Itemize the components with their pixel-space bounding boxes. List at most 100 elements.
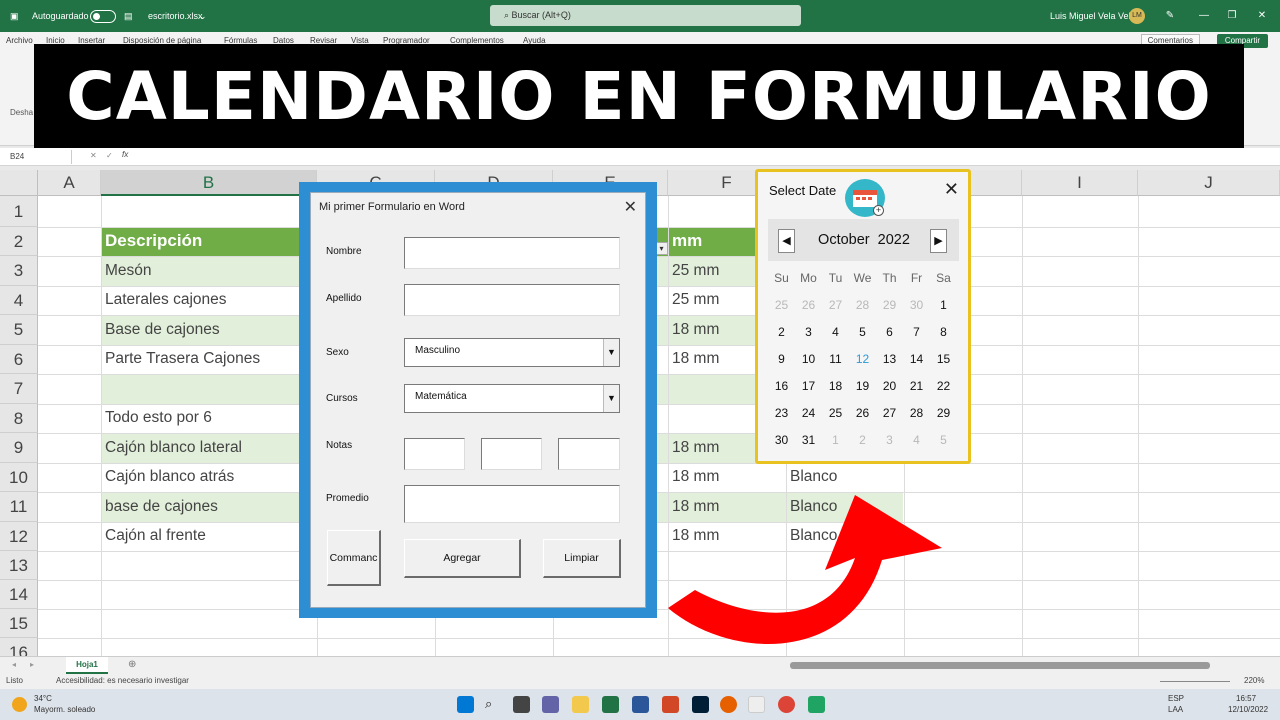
excel-icon[interactable] [602, 696, 619, 713]
promedio-field[interactable] [404, 485, 620, 523]
function-icon[interactable]: fx [122, 150, 128, 159]
close-icon[interactable]: ✕ [624, 197, 637, 217]
column-header-i[interactable]: I [1022, 170, 1138, 196]
prev-month-button[interactable]: ◀ [778, 229, 795, 253]
prev-sheet-icon[interactable]: ◂ [12, 660, 16, 669]
calendar-day[interactable]: 30 [903, 292, 930, 319]
next-sheet-icon[interactable]: ▸ [30, 660, 34, 669]
tab-archivo[interactable]: Archivo [6, 36, 33, 45]
nota1-field[interactable] [404, 438, 465, 470]
row-header[interactable]: 3 [0, 256, 38, 286]
agregar-button[interactable]: Agregar [404, 539, 521, 578]
cell-f9[interactable]: 18 mm [668, 439, 719, 457]
cell-b12[interactable]: Cajón al frente [101, 527, 206, 545]
calendar-day[interactable]: 25 [822, 400, 849, 427]
calendar-day[interactable]: 8 [930, 319, 957, 346]
accessibility-status[interactable]: Accesibilidad: es necesario investigar [56, 676, 189, 685]
calendar-day[interactable]: 27 [822, 292, 849, 319]
photoshop-icon[interactable] [692, 696, 709, 713]
restore-icon[interactable]: ❐ [1222, 0, 1242, 32]
calendar-day[interactable]: 14 [903, 346, 930, 373]
calendar-day[interactable]: 31 [795, 427, 822, 454]
header-descripcion[interactable]: Descripción [101, 231, 202, 251]
undo-label[interactable]: Desha [10, 108, 33, 117]
zoom-level[interactable]: 220% [1244, 676, 1264, 685]
file-name[interactable]: escritorio.xlsx [148, 0, 203, 32]
row-header[interactable]: 1 [0, 196, 38, 227]
calendar-day[interactable]: 25 [768, 292, 795, 319]
autosave-toggle[interactable] [84, 0, 116, 32]
calendar-day[interactable]: 1 [930, 292, 957, 319]
teams-icon[interactable] [542, 696, 559, 713]
cell-b8[interactable]: Todo esto por 6 [101, 409, 212, 427]
avatar[interactable]: LM [1129, 8, 1145, 24]
search-icon[interactable]: ⌕ [485, 696, 502, 713]
cell-b9[interactable]: Cajón blanco lateral [101, 439, 242, 457]
row-header[interactable]: 4 [0, 286, 38, 315]
column-header-b[interactable]: B [101, 170, 317, 196]
row-header[interactable]: 13 [0, 551, 38, 580]
cell-b5[interactable]: Base de cajones [101, 321, 220, 339]
zoom-slider[interactable] [1160, 681, 1230, 682]
language-layout[interactable]: LAA [1168, 705, 1183, 714]
calendar-day[interactable]: 15 [930, 346, 957, 373]
calendar-day[interactable]: 9 [768, 346, 795, 373]
calendar-day[interactable]: 27 [876, 400, 903, 427]
calendar-day[interactable]: 10 [795, 346, 822, 373]
select-all-corner[interactable] [0, 170, 38, 196]
calendar-day[interactable]: 3 [795, 319, 822, 346]
horizontal-scrollbar[interactable] [790, 662, 1210, 669]
pen-icon[interactable]: ✎ [1160, 0, 1180, 32]
header-mm[interactable]: mm [668, 231, 702, 251]
file-explorer-icon[interactable] [572, 696, 589, 713]
row-header[interactable]: 10 [0, 463, 38, 492]
clock-time[interactable]: 16:57 [1236, 694, 1256, 703]
calendar-day[interactable]: 18 [822, 373, 849, 400]
calendar-day[interactable]: 2 [768, 319, 795, 346]
calendar-day[interactable]: 28 [903, 400, 930, 427]
chevron-down-icon[interactable]: ⌄ [199, 0, 207, 32]
user-name[interactable]: Luis Miguel Vela Vela [1050, 0, 1136, 32]
limpiar-button[interactable]: Limpiar [543, 539, 621, 578]
calendar-day[interactable]: 11 [822, 346, 849, 373]
row-header[interactable]: 5 [0, 315, 38, 345]
clock-date[interactable]: 12/10/2022 [1228, 705, 1268, 714]
calendar-day[interactable]: 24 [795, 400, 822, 427]
firefox-icon[interactable] [720, 696, 737, 713]
cell-f5[interactable]: 18 mm [668, 321, 719, 339]
cursos-select[interactable]: Matemática ▼ [404, 384, 620, 413]
row-header[interactable]: 9 [0, 433, 38, 463]
powerpoint-icon[interactable] [662, 696, 679, 713]
row-header[interactable]: 8 [0, 404, 38, 433]
cell-b3[interactable]: Mesón [101, 262, 152, 280]
calendar-day[interactable]: 21 [903, 373, 930, 400]
weather-temp[interactable]: 34°C [34, 694, 52, 703]
weather-icon[interactable] [12, 697, 27, 712]
nombre-field[interactable] [404, 237, 620, 269]
cell-f4[interactable]: 25 mm [668, 291, 719, 309]
cell-f10[interactable]: 18 mm [668, 468, 719, 486]
calendar-day[interactable]: 29 [930, 400, 957, 427]
sexo-select[interactable]: Masculino ▼ [404, 338, 620, 367]
name-box[interactable]: B24 [4, 150, 72, 164]
column-header-j[interactable]: J [1138, 170, 1280, 196]
windows-start-icon[interactable] [457, 696, 474, 713]
calendar-day[interactable]: 5 [930, 427, 957, 454]
cell-f3[interactable]: 25 mm [668, 262, 719, 280]
weather-desc[interactable]: Mayorm. soleado [34, 705, 95, 714]
chevron-down-icon[interactable]: ▼ [603, 339, 619, 366]
calendar-day[interactable]: 1 [822, 427, 849, 454]
calendar-day[interactable]: 22 [930, 373, 957, 400]
cell-b11[interactable]: base de cajones [101, 498, 218, 516]
row-header[interactable]: 6 [0, 345, 38, 374]
command-button[interactable]: Commanc [327, 530, 381, 586]
calendar-day[interactable]: 2 [849, 427, 876, 454]
close-icon[interactable]: ✕ [944, 179, 959, 200]
camtasia-icon[interactable] [808, 696, 825, 713]
app-icon[interactable] [748, 696, 765, 713]
column-header-a[interactable]: A [38, 170, 101, 196]
calendar-day[interactable]: 13 [876, 346, 903, 373]
confirm-icon[interactable]: ✓ [106, 151, 113, 160]
cancel-icon[interactable]: ✕ [90, 151, 97, 160]
row-header[interactable]: 12 [0, 522, 38, 551]
